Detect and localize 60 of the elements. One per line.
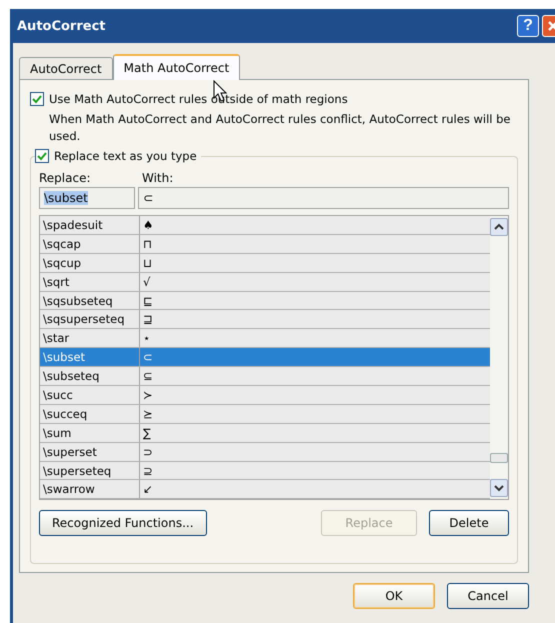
with-cell-text: ⊂ — [142, 349, 154, 366]
replace-cell: \subseteq — [40, 367, 140, 386]
replace-cell: \sqcup — [40, 254, 140, 272]
replace-cell: \succ — [40, 386, 140, 404]
list-row[interactable]: \succeq ⪰ — [40, 404, 490, 424]
with-cell-text: ⊒ — [142, 311, 154, 328]
with-cell-text: ⊇ — [142, 462, 154, 480]
list-row[interactable]: \sqcup ⊔ — [40, 254, 490, 273]
list-row[interactable]: \spadesuit ♠ — [40, 216, 490, 235]
list-row[interactable]: \sum ∑ — [40, 424, 490, 443]
checkbox-label: Use Math AutoCorrect rules outside of math regions — [49, 92, 348, 106]
with-cell-text: ⊃ — [142, 444, 154, 461]
list-row[interactable]: \superset ⊃ — [40, 442, 490, 462]
replace-cell: \sqsuperseteq — [40, 310, 140, 328]
with-cell-text: ⊓ — [142, 236, 153, 253]
push-button[interactable]: Recognized Functions... — [39, 510, 207, 536]
column-label: With: — [142, 171, 174, 185]
with-field[interactable]: ⊂ — [138, 187, 509, 209]
push-button[interactable]: Delete — [429, 510, 509, 536]
replace-cell: \spadesuit — [40, 216, 140, 234]
replace-field[interactable]: \subset — [39, 187, 136, 209]
note-text: When Math AutoCorrect and AutoCorrect rules conflict, AutoCorrect rules will be used. — [49, 111, 512, 145]
list-row[interactable]: \sqcap ⊓ — [40, 234, 490, 254]
replace-cell: \subset — [40, 348, 140, 366]
list-row[interactable]: \subseteq ⊆ — [40, 367, 490, 386]
with-cell-text: ⪰ — [142, 406, 154, 423]
replace-cell: \succeq — [40, 404, 140, 423]
with-cell-text: ⊑ — [142, 292, 154, 310]
replace-cell: \sqsubseteq — [40, 292, 140, 310]
with-cell-text: ⊆ — [142, 368, 154, 386]
replace-cell: \superset — [40, 442, 140, 461]
with-cell-text: ♠ — [142, 217, 154, 234]
replace-cell: \swarrow — [40, 480, 140, 498]
column-label: Replace: — [39, 171, 92, 185]
with-cell-text: ⊔ — [142, 254, 153, 272]
list-row[interactable]: \star ⋆ — [40, 329, 490, 348]
ok-button[interactable]: OK — [353, 583, 435, 609]
list-row[interactable]: \sqrt √ — [40, 272, 490, 292]
replace-cell: \superseteq — [40, 462, 140, 480]
with-cell-text: √ — [142, 274, 152, 291]
list-row[interactable]: \superseteq ⊇ — [40, 462, 490, 480]
with-cell-text: ⋆ — [142, 330, 152, 348]
replace-cell: \star — [40, 329, 140, 348]
window-title: AutoCorrect — [17, 18, 106, 34]
replace-cell: \sqcap — [40, 234, 140, 253]
with-cell-text: ∑ — [142, 424, 152, 442]
tab[interactable]: AutoCorrect — [19, 57, 113, 79]
checkbox-label: Replace text as you type — [54, 149, 197, 163]
list-row[interactable]: \subset ⊂ — [40, 348, 490, 368]
with-cell-text: ≻ — [142, 387, 154, 404]
replace-cell: \sqrt — [40, 272, 140, 291]
help-button[interactable]: ? — [517, 15, 539, 37]
list-row[interactable]: \sqsuperseteq ⊒ — [40, 310, 490, 330]
with-cell-text: ↙ — [142, 481, 154, 498]
tab[interactable]: Math AutoCorrect — [112, 54, 240, 80]
list-row[interactable]: \swarrow ↙ — [40, 480, 490, 500]
replace-cell: \sum — [40, 424, 140, 442]
list-row[interactable]: \sqsubseteq ⊑ — [40, 292, 490, 310]
list-row[interactable]: \succ ≻ — [40, 386, 490, 405]
cancel-button[interactable]: Cancel — [447, 583, 529, 609]
